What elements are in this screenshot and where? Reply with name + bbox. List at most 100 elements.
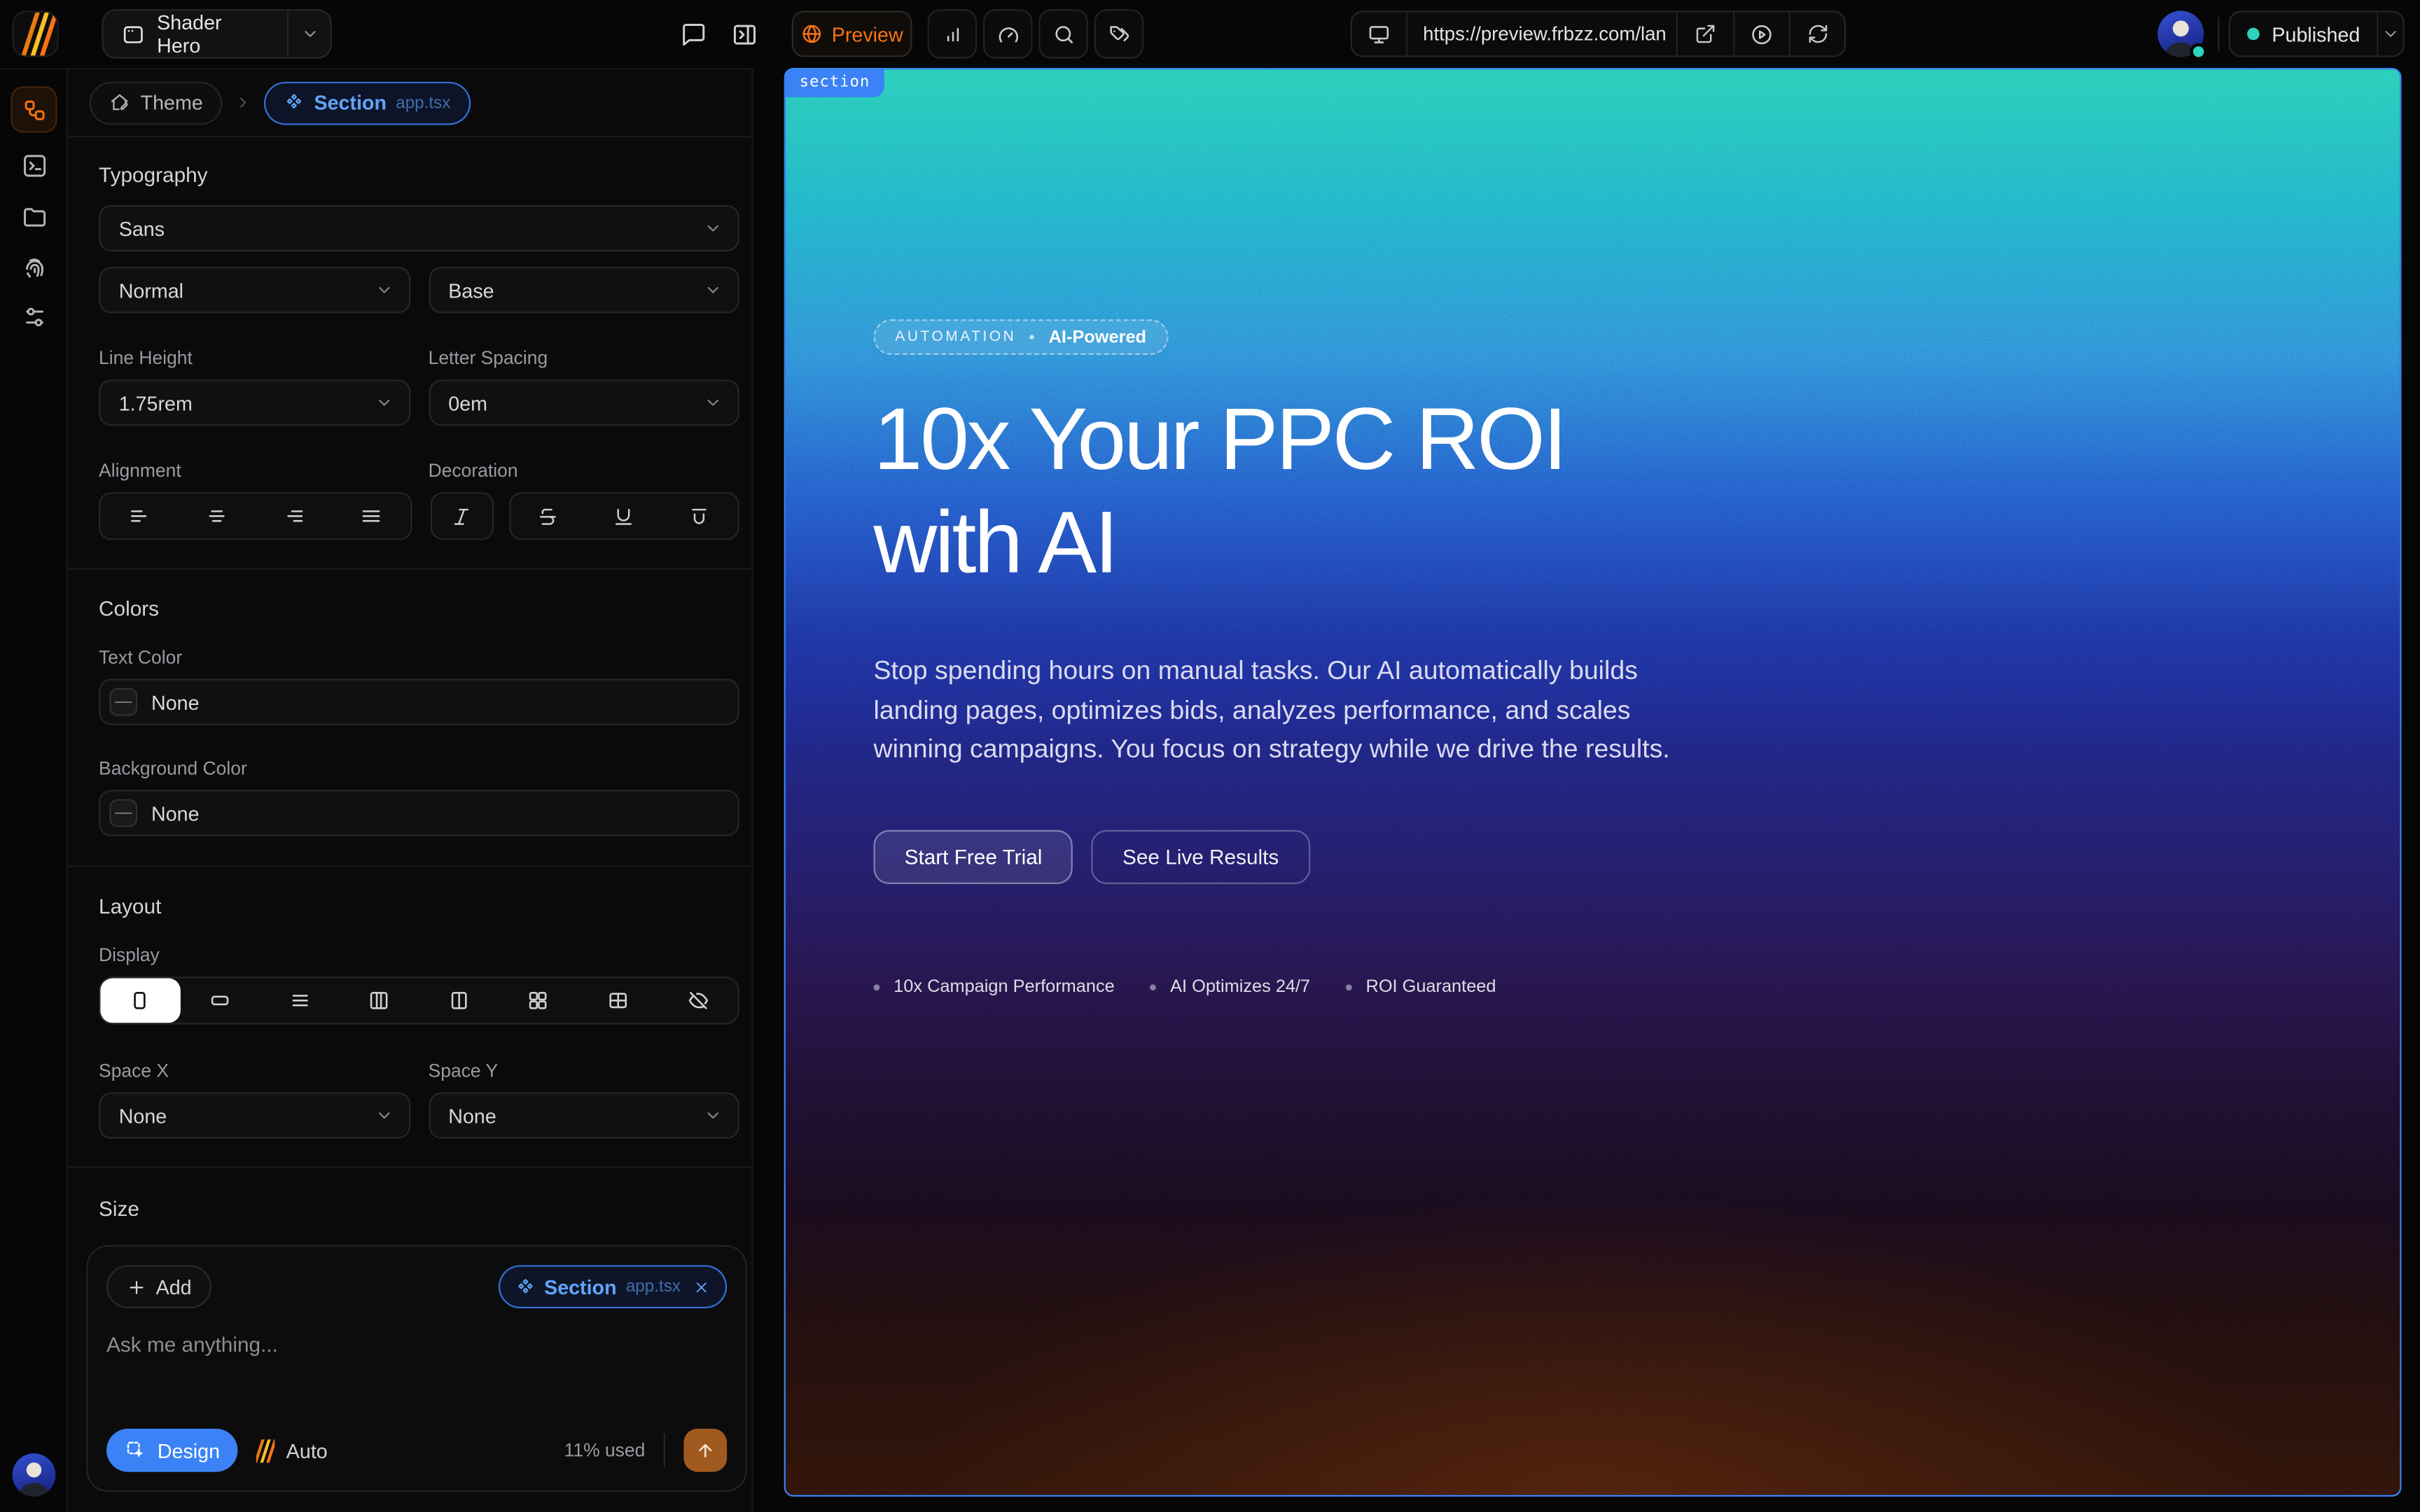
italic-button[interactable]	[430, 492, 493, 540]
project-switcher-button[interactable]: Shader Hero	[102, 9, 331, 59]
bullet-dot-icon	[1346, 983, 1352, 990]
display-block-button[interactable]	[100, 978, 180, 1023]
comment-icon	[680, 21, 706, 47]
display-hidden-button[interactable]	[658, 978, 738, 1023]
align-left-icon	[127, 505, 151, 528]
text-color-input[interactable]: — None	[99, 679, 739, 725]
overline-button[interactable]	[662, 493, 737, 538]
avatar-status-dot	[2190, 43, 2207, 60]
project-menu-chevron[interactable]	[287, 10, 331, 57]
app-window: Shader Hero Preview	[0, 0, 2420, 1512]
chevron-down-icon	[374, 393, 392, 412]
align-justify-icon	[359, 505, 382, 528]
refresh-button[interactable]	[1789, 13, 1844, 56]
chevron-down-icon	[704, 393, 722, 412]
breadcrumb: Theme Section app.tsx	[68, 69, 751, 137]
chevron-down-icon	[704, 281, 722, 299]
align-left-button[interactable]	[100, 493, 177, 538]
chip-close-button[interactable]	[693, 1278, 710, 1295]
breadcrumb-theme-label: Theme	[141, 91, 203, 114]
brand-stripes-icon	[26, 18, 54, 52]
context-chip-section[interactable]: Section app.tsx	[498, 1265, 727, 1308]
performance-button[interactable]	[983, 9, 1033, 59]
see-live-results-button[interactable]: See Live Results	[1092, 830, 1309, 883]
display-table-button[interactable]	[578, 978, 658, 1023]
hero-paragraph: Stop spending hours on manual tasks. Our…	[874, 651, 1688, 769]
preview-canvas[interactable]: section AUTOMATION AI-Powered 10x Your P…	[784, 68, 2402, 1497]
align-justify-button[interactable]	[333, 493, 410, 538]
panel-right-icon	[731, 21, 757, 47]
start-free-trial-button[interactable]: Start Free Trial	[874, 830, 1073, 883]
hero-bullets: 10x Campaign Performance AI Optimizes 24…	[874, 977, 1831, 995]
comments-button[interactable]	[674, 15, 711, 52]
rail-item-components[interactable]	[11, 86, 57, 132]
display-label: Display	[99, 944, 739, 966]
strikethrough-button[interactable]	[510, 493, 585, 538]
published-dot-icon	[2247, 28, 2260, 41]
auto-mode-button[interactable]: Auto	[257, 1438, 328, 1462]
line-height-select[interactable]: 1.75rem	[99, 379, 410, 426]
search-button[interactable]	[1038, 9, 1088, 59]
underline-button[interactable]	[586, 493, 662, 538]
columns-2-icon	[447, 989, 471, 1012]
chevron-down-icon	[2381, 24, 2400, 43]
letter-spacing-select[interactable]: 0em	[429, 379, 739, 426]
publish-menu-chevron[interactable]	[2377, 13, 2403, 56]
text-color-label: Text Color	[99, 647, 739, 668]
eye-off-icon	[686, 989, 709, 1012]
rail-item-files[interactable]	[11, 193, 57, 239]
ai-chat-card: Add Section app.tsx Ask me anything...	[86, 1245, 746, 1492]
space-x-select[interactable]: None	[99, 1092, 410, 1138]
background-color-label: Background Color	[99, 757, 739, 779]
chevron-down-icon	[704, 219, 722, 237]
font-family-select[interactable]: Sans	[99, 205, 739, 251]
toggle-right-panel-button[interactable]	[725, 15, 763, 52]
avatar-photo	[13, 1453, 56, 1497]
play-circle-icon	[1750, 22, 1773, 46]
publish-status-button[interactable]: Published	[2229, 10, 2405, 57]
settings-sliders-icon	[21, 303, 47, 329]
align-center-button[interactable]	[178, 493, 255, 538]
breadcrumb-theme[interactable]: Theme	[90, 81, 223, 125]
add-context-button[interactable]: Add	[106, 1265, 211, 1308]
rail-item-settings[interactable]	[11, 293, 57, 340]
open-external-button[interactable]	[1678, 13, 1733, 56]
url-input[interactable]: https://preview.frbzz.com/lan	[1406, 13, 1678, 56]
font-weight-select[interactable]: Normal	[99, 267, 410, 313]
display-inline-icon	[208, 989, 231, 1012]
analytics-button[interactable]	[928, 9, 978, 59]
preview-button[interactable]: Preview	[792, 10, 912, 57]
chat-input[interactable]: Ask me anything...	[106, 1333, 727, 1356]
align-right-button[interactable]	[255, 493, 332, 538]
rail-item-terminal[interactable]	[11, 142, 57, 188]
bullet-item: 10x Campaign Performance	[874, 977, 1115, 995]
display-flex-column-button[interactable]	[260, 978, 340, 1023]
rail-item-identity[interactable]	[11, 244, 57, 290]
tags-button[interactable]	[1094, 9, 1144, 59]
space-y-select[interactable]: None	[429, 1092, 739, 1138]
display-columns-button[interactable]	[419, 978, 499, 1023]
breadcrumb-section[interactable]: Section app.tsx	[265, 81, 471, 125]
run-preview-button[interactable]	[1733, 13, 1788, 56]
bullet-item: AI Optimizes 24/7	[1150, 977, 1310, 995]
display-inline-button[interactable]	[180, 978, 260, 1023]
user-avatar[interactable]	[2157, 10, 2204, 57]
close-icon	[693, 1278, 710, 1295]
display-toggle-group	[99, 976, 739, 1024]
italic-icon	[451, 505, 473, 527]
design-mode-button[interactable]: Design	[106, 1429, 238, 1472]
monitor-icon	[1368, 22, 1391, 46]
background-color-input[interactable]: — None	[99, 790, 739, 836]
bullet-dot-icon	[874, 983, 880, 990]
send-button[interactable]	[683, 1429, 727, 1472]
font-size-select[interactable]: Base	[429, 267, 739, 313]
rail-user-avatar[interactable]	[13, 1453, 56, 1497]
display-flex-row-button[interactable]	[340, 978, 419, 1023]
app-logo[interactable]	[13, 10, 59, 57]
layout-heading: Layout	[99, 895, 739, 919]
letter-spacing-label: Letter Spacing	[429, 347, 739, 369]
device-desktop-button[interactable]	[1352, 13, 1406, 56]
overline-icon	[689, 505, 711, 527]
display-grid-button[interactable]	[499, 978, 578, 1023]
usage-label: 11% used	[564, 1439, 646, 1461]
